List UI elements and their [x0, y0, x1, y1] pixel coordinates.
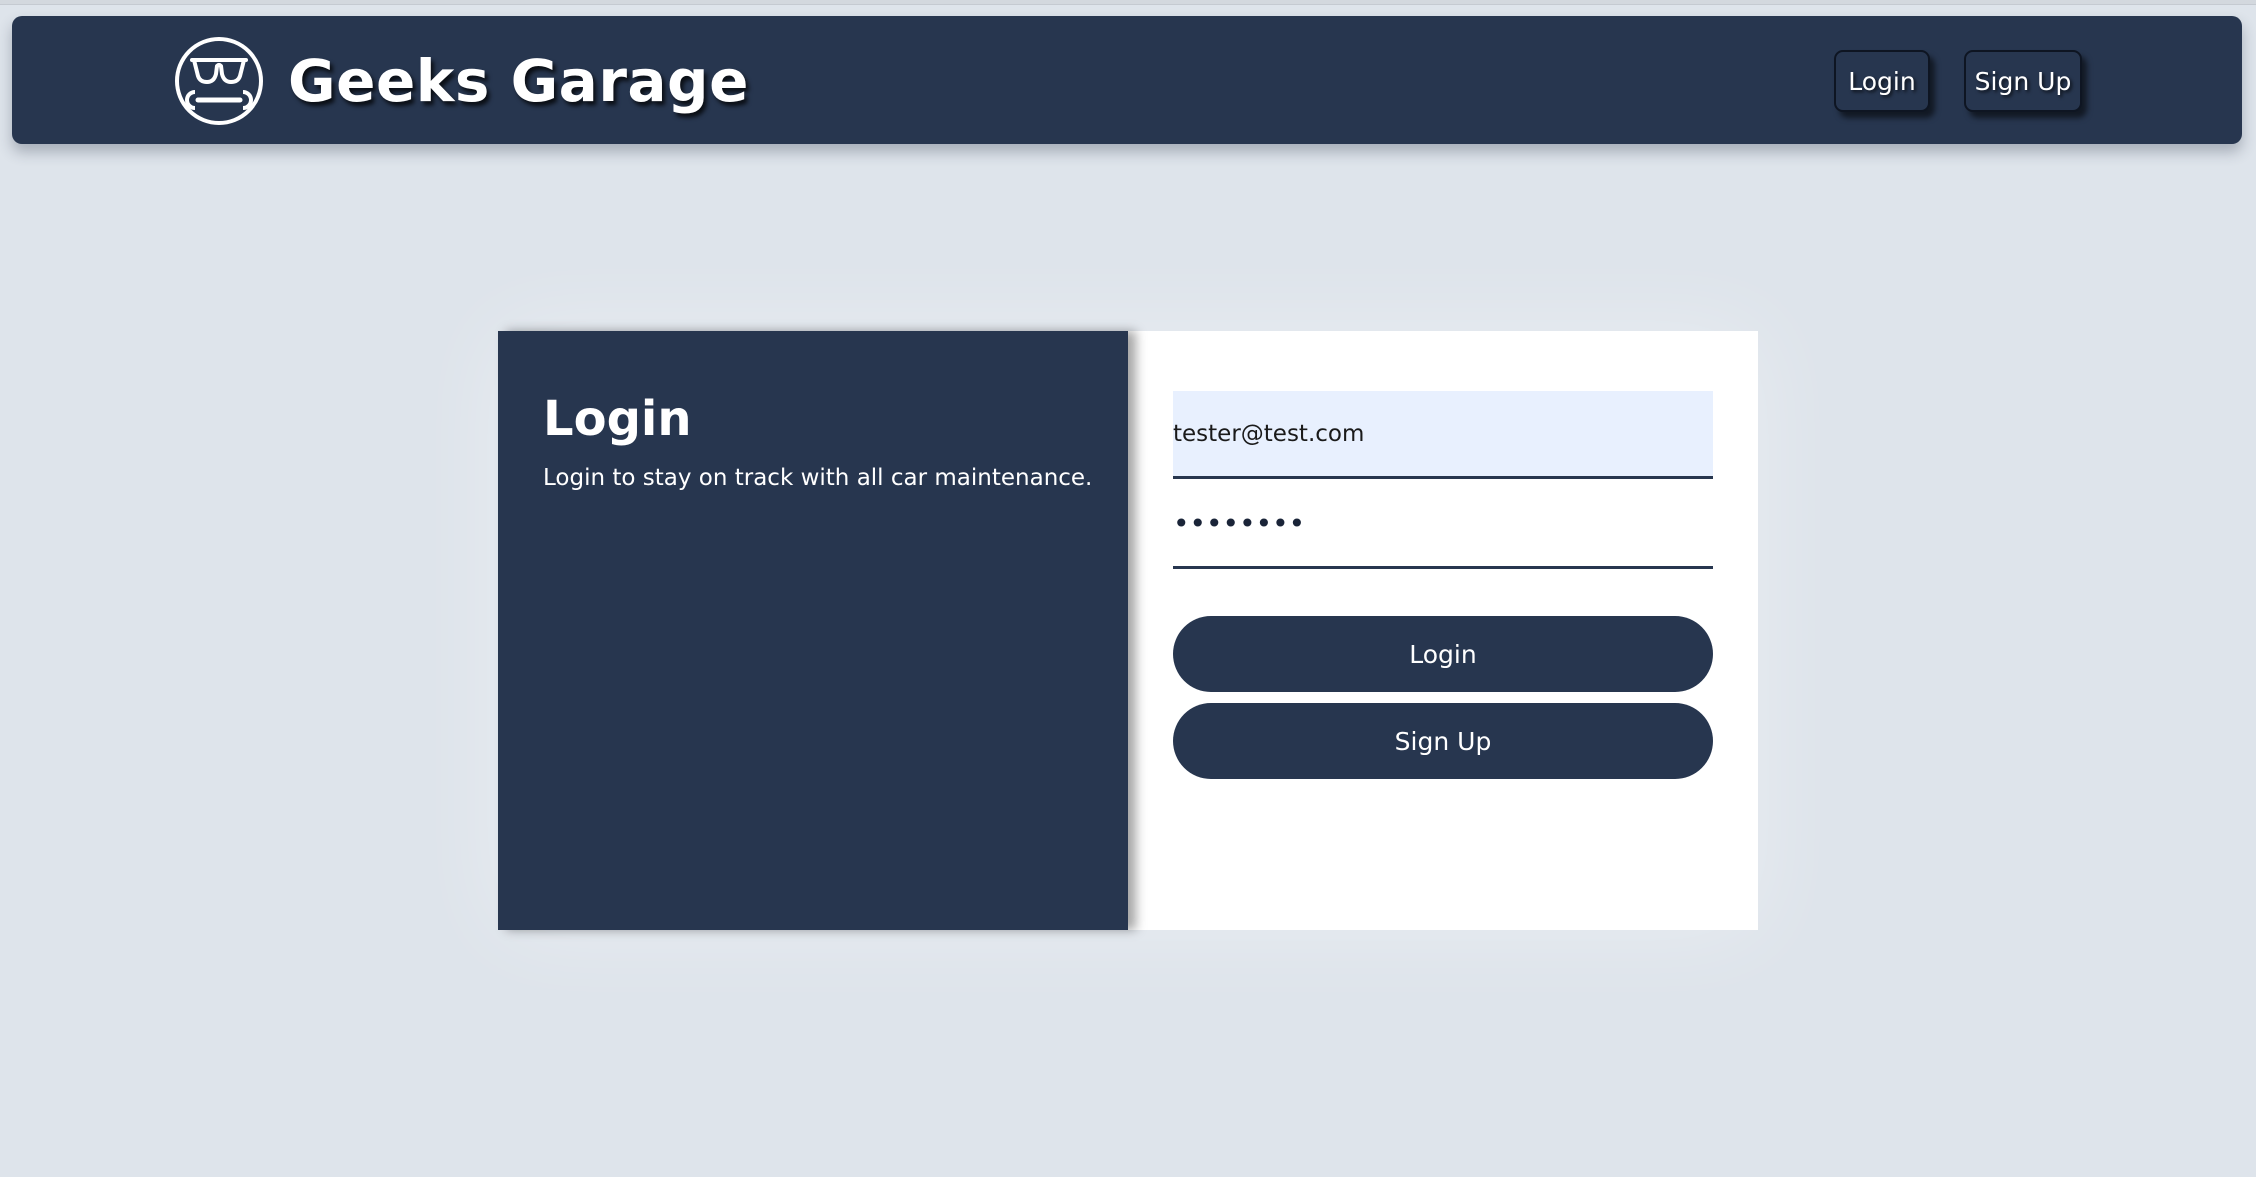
brand[interactable]: Geeks Garage: [174, 36, 749, 126]
browser-top-strip: [0, 0, 2256, 5]
login-card: Login Login to stay on track with all ca…: [498, 331, 1758, 930]
email-field[interactable]: [1173, 391, 1713, 479]
login-subtitle: Login to stay on track with all car main…: [543, 465, 1093, 491]
navbar: Geeks Garage Login Sign Up: [12, 16, 2242, 144]
login-form-panel: Login Sign Up: [1128, 331, 1758, 930]
password-field[interactable]: [1173, 481, 1713, 569]
nav-login-button[interactable]: Login: [1834, 50, 1930, 112]
login-info-panel: Login Login to stay on track with all ca…: [498, 331, 1128, 930]
brand-name: Geeks Garage: [288, 47, 749, 115]
signup-button[interactable]: Sign Up: [1173, 703, 1713, 779]
nerd-glasses-wrench-logo-icon: [175, 37, 263, 125]
login-button[interactable]: Login: [1173, 616, 1713, 692]
nav-signup-button[interactable]: Sign Up: [1964, 50, 2082, 112]
login-title: Login: [543, 391, 692, 447]
